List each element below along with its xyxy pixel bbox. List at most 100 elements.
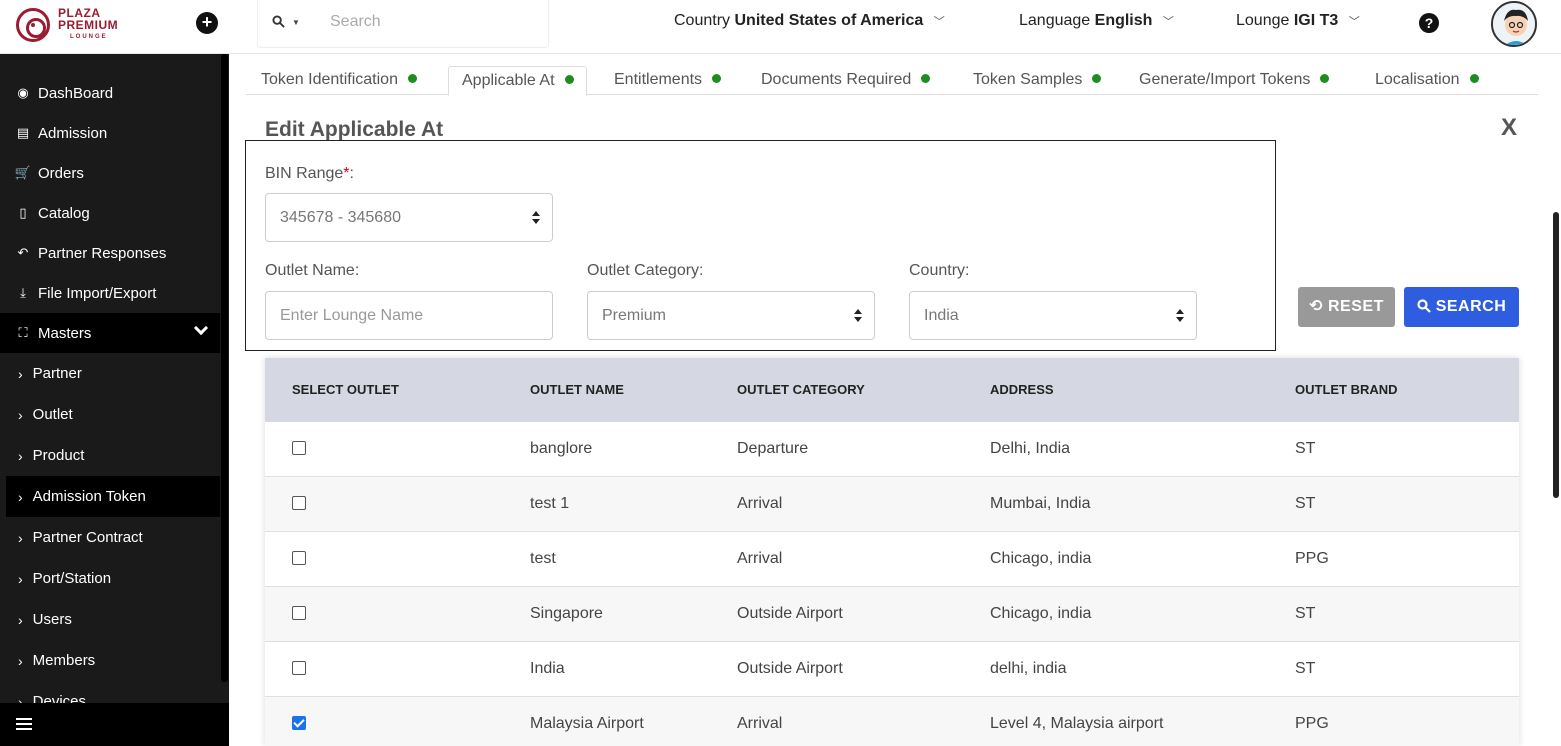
select-updown-icon: [532, 210, 540, 226]
table-row[interactable]: India Outside Airport delhi, india ST: [265, 642, 1519, 697]
table-row[interactable]: test Arrival Chicago, india PPG: [265, 532, 1519, 587]
page-title: Edit Applicable At: [265, 118, 444, 141]
plaza-premium-logo[interactable]: PLAZA PREMIUM LOUNGE: [16, 5, 136, 45]
table-row[interactable]: Malaysia Airport Arrival Level 4, Malays…: [265, 697, 1519, 746]
address-cell: Level 4, Malaysia airport: [990, 715, 1164, 732]
sidebar-item-file-import-export[interactable]: ⤓ File Import/Export: [0, 273, 220, 313]
sidebar-subitem-label: Partner: [32, 365, 82, 382]
hamburger-menu-icon[interactable]: [16, 718, 32, 730]
search-icon[interactable]: [272, 15, 285, 28]
language-selector[interactable]: Language English ﹀: [1019, 12, 1174, 30]
outlet-category-select[interactable]: Premium: [587, 291, 875, 340]
cart-icon: 🛒: [14, 165, 32, 180]
logo-mark-icon: [16, 8, 50, 42]
sidebar: ◉ DashBoard ▤ Admission 🛒 Orders ▯ Catal…: [0, 54, 229, 746]
sidebar-scrollbar-thumb[interactable]: [221, 54, 228, 682]
status-dot-icon: [712, 74, 722, 83]
sidebar-item-catalog[interactable]: ▯ Catalog: [0, 193, 220, 233]
select-updown-icon: [854, 308, 862, 324]
column-header-address: ADDRESS: [990, 382, 1054, 397]
select-outlet-checkbox[interactable]: [292, 606, 306, 620]
tab-label: Generate/Import Tokens: [1139, 71, 1311, 88]
outlet-category-cell: Arrival: [737, 715, 783, 732]
outlet-brand-cell: PPG: [1295, 715, 1329, 732]
sidebar-item-masters[interactable]: ⛶ Masters: [0, 313, 220, 353]
select-outlet-checkbox[interactable]: [292, 661, 306, 675]
country-select[interactable]: India: [909, 291, 1197, 340]
add-circle-icon[interactable]: +: [196, 12, 218, 34]
tab-generate-import-tokens[interactable]: Generate/Import Tokens: [1139, 66, 1330, 95]
address-cell: delhi, india: [990, 660, 1067, 677]
country-selector[interactable]: Country United States of America ﹀: [674, 12, 945, 30]
sidebar-subitem-label: Port/Station: [32, 570, 112, 587]
outlet-brand-cell: ST: [1295, 440, 1316, 457]
reset-button[interactable]: ⟲ RESET: [1298, 287, 1395, 327]
sidebar-subitem-users[interactable]: › Users: [0, 599, 220, 640]
search-filter-caret-icon[interactable]: ▼: [292, 18, 300, 27]
search-box: ▼: [257, 0, 549, 48]
select-updown-icon: [1176, 308, 1184, 324]
lounge-selector[interactable]: Lounge IGI T3 ﹀: [1236, 12, 1360, 30]
outlet-name-label: Outlet Name:: [265, 262, 360, 279]
lounge-selector-value: IGI T3: [1293, 12, 1339, 29]
sidebar-subitem-port-station[interactable]: › Port/Station: [0, 558, 220, 599]
sidebar-item-orders[interactable]: 🛒 Orders: [0, 153, 220, 193]
bin-range-value: 345678 - 345680: [280, 209, 401, 226]
sidebar-item-partner-responses[interactable]: ↶ Partner Responses: [0, 233, 220, 273]
tab-token-identification[interactable]: Token Identification: [261, 66, 417, 95]
outlet-category-cell: Outside Airport: [737, 660, 843, 677]
tab-token-samples[interactable]: Token Samples: [973, 66, 1102, 95]
sidebar-scrollbar[interactable]: [220, 54, 229, 704]
outlet-name-cell: Singapore: [530, 605, 603, 622]
tab-label: Token Samples: [973, 71, 1083, 88]
tab-localisation[interactable]: Localisation: [1375, 66, 1479, 95]
sidebar-footer: [0, 703, 229, 746]
country-selector-value: United States of America: [734, 12, 924, 29]
select-outlet-checkbox[interactable]: [292, 496, 306, 510]
sidebar-item-label: Orders: [38, 164, 84, 182]
status-dot-icon: [564, 75, 574, 84]
address-cell: Mumbai, India: [990, 495, 1091, 512]
search-button[interactable]: SEARCH: [1404, 287, 1519, 327]
column-header-outlet-name: OUTLET NAME: [530, 382, 624, 397]
sidebar-subitem-admission-token[interactable]: › Admission Token: [6, 476, 220, 517]
chevron-down-icon: ﹀: [1162, 16, 1174, 28]
sidebar-item-dashboard[interactable]: ◉ DashBoard: [0, 73, 220, 113]
tab-label: Token Identification: [261, 71, 398, 88]
sidebar-item-label: Masters: [38, 324, 92, 342]
select-outlet-checkbox[interactable]: [292, 716, 306, 730]
outlet-table: SELECT OUTLET OUTLET NAME OUTLET CATEGOR…: [265, 358, 1519, 746]
tab-documents-required[interactable]: Documents Required: [761, 66, 931, 95]
select-outlet-checkbox[interactable]: [292, 551, 306, 565]
dashboard-icon: ◉: [17, 85, 29, 100]
sidebar-subitem-product[interactable]: › Product: [0, 435, 220, 476]
help-icon[interactable]: ?: [1419, 13, 1439, 33]
sidebar-item-admission[interactable]: ▤ Admission: [0, 113, 220, 153]
address-cell: Delhi, India: [990, 440, 1071, 457]
search-input[interactable]: [330, 13, 530, 31]
sidebar-subitem-partner[interactable]: › Partner: [0, 353, 220, 394]
file-icon: ▯: [19, 205, 27, 220]
sidebar-subitem-members[interactable]: › Members: [0, 640, 220, 681]
chevron-right-icon: ›: [18, 406, 23, 423]
table-row[interactable]: banglore Departure Delhi, India ST: [265, 422, 1519, 477]
chevron-down-icon: [193, 320, 209, 336]
select-outlet-checkbox[interactable]: [292, 441, 306, 455]
avatar-illustration-icon: [1493, 3, 1535, 45]
sidebar-subitem-outlet[interactable]: › Outlet: [0, 394, 220, 435]
tab-entitlements[interactable]: Entitlements: [614, 66, 722, 95]
table-row[interactable]: test 1 Arrival Mumbai, India ST: [265, 477, 1519, 532]
outlet-name-cell: banglore: [530, 440, 593, 457]
table-row[interactable]: Singapore Outside Airport Chicago, india…: [265, 587, 1519, 642]
close-button[interactable]: X: [1501, 114, 1517, 142]
chevron-right-icon: ›: [18, 570, 23, 587]
bin-range-select[interactable]: 345678 - 345680: [265, 193, 553, 242]
outlet-name-input[interactable]: [280, 307, 538, 325]
sidebar-subitem-partner-contract[interactable]: › Partner Contract: [0, 517, 220, 558]
chevron-right-icon: ›: [18, 529, 23, 546]
user-avatar[interactable]: [1491, 1, 1537, 47]
page-scrollbar-thumb[interactable]: [1553, 212, 1559, 498]
outlet-category-value: Premium: [602, 307, 667, 324]
sidebar-item-label: File Import/Export: [38, 284, 157, 302]
tab-applicable-at[interactable]: Applicable At: [448, 66, 587, 96]
